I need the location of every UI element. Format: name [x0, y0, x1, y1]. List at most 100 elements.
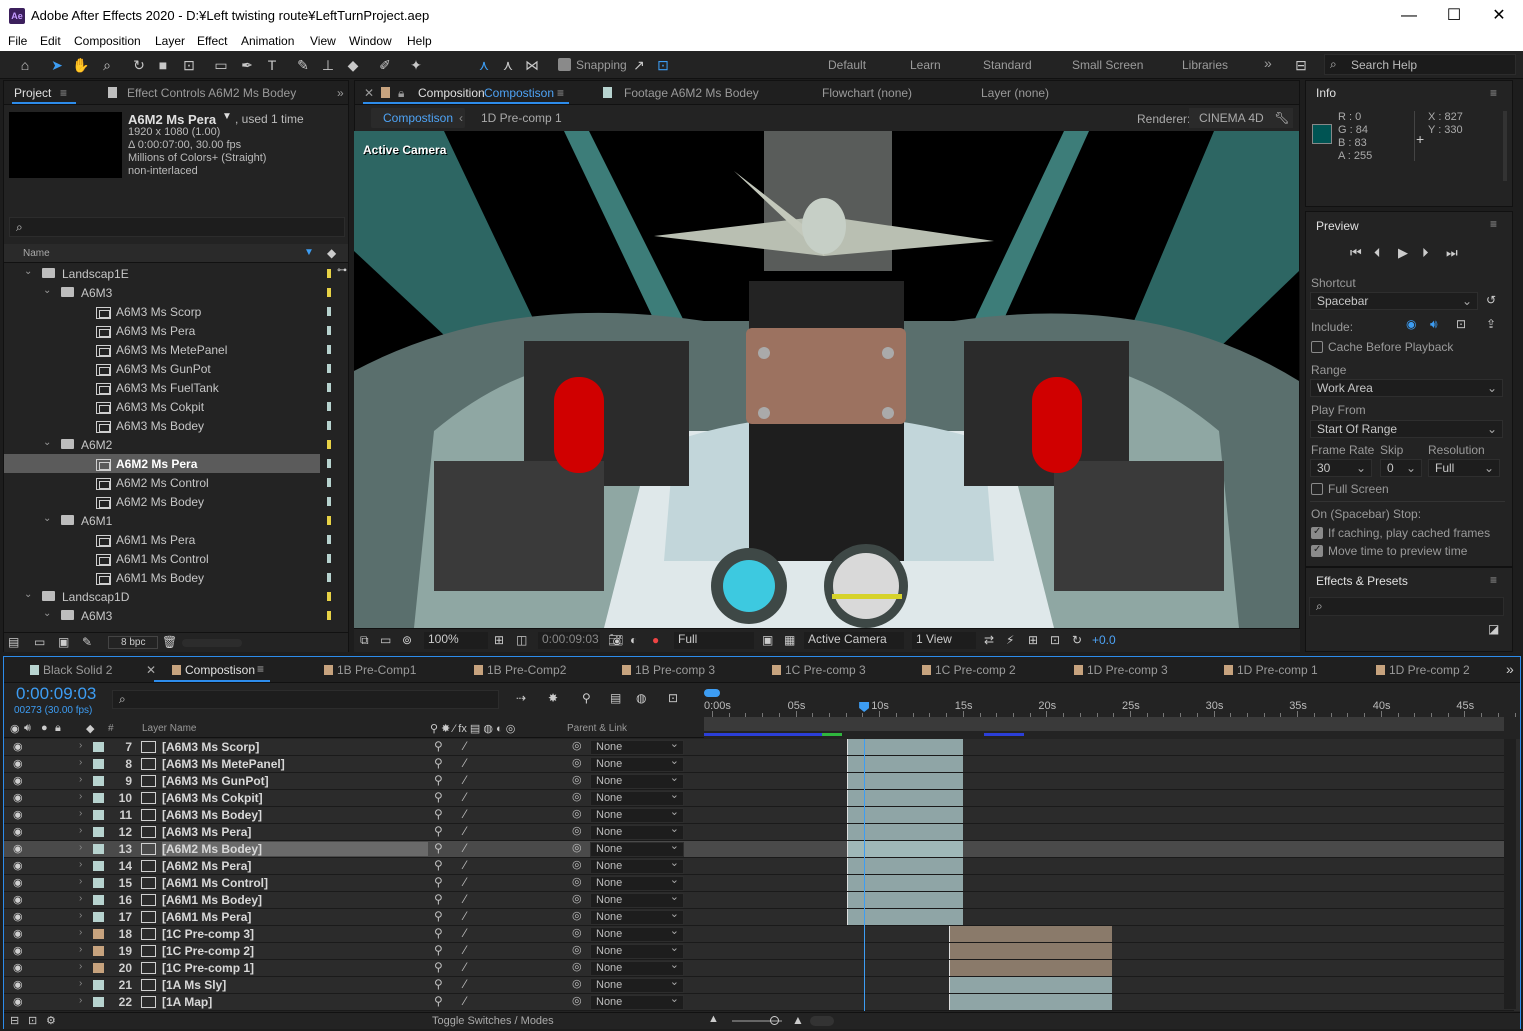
menu-animation[interactable]: Animation: [241, 34, 294, 48]
tab-preview[interactable]: Preview: [1316, 219, 1359, 233]
tab-flowchart[interactable]: Flowchart (none): [822, 86, 912, 100]
eraser-tool-icon[interactable]: ◆: [344, 56, 362, 74]
layer-row[interactable]: ◉ › 9 [A6M3 Ms GunPot] ⚲ ⁄ ◎ None: [4, 772, 1514, 790]
sort-down-icon[interactable]: ▼: [304, 247, 314, 258]
project-item[interactable]: A6M3 Ms Scorp: [4, 302, 348, 321]
layer-duration-bar[interactable]: [949, 926, 1112, 942]
layer-row[interactable]: ◉ › 15 [A6M1 Ms Control] ⚲ ⁄ ◎ None: [4, 874, 1514, 892]
range-dropdown[interactable]: Work Area ⌄: [1310, 379, 1503, 397]
transparency-grid-icon[interactable]: ▦: [784, 633, 795, 647]
snap-features-icon[interactable]: ⊡: [654, 56, 672, 74]
layer-label-swatch[interactable]: [93, 810, 104, 820]
title-safe-icon[interactable]: ⊞: [494, 633, 504, 647]
label-color-swatch[interactable]: [327, 554, 331, 563]
tab-timeline-9[interactable]: 1D Pre-comp 2: [1389, 663, 1470, 677]
layer-label-swatch[interactable]: [93, 759, 104, 769]
time-ruler[interactable]: 0:00s 05s 10s 15s 20s 25s 30s 35s 40s 45s: [704, 687, 1516, 737]
parent-dropdown[interactable]: None: [590, 874, 684, 891]
eye-icon[interactable]: ◉: [13, 791, 23, 804]
eye-icon[interactable]: ◉: [13, 740, 23, 753]
pick-whip-icon[interactable]: ◎: [572, 807, 582, 820]
layer-label-swatch[interactable]: [93, 861, 104, 871]
workspace-standard[interactable]: Standard: [983, 58, 1032, 72]
layer-duration-bar[interactable]: [949, 960, 1112, 976]
collapse-icon[interactable]: ⁄: [464, 960, 466, 974]
parent-dropdown[interactable]: None: [590, 739, 684, 755]
chevron-right-icon[interactable]: ›: [79, 893, 82, 904]
panel-close-icon[interactable]: ✕: [364, 86, 374, 100]
collapse-icon[interactable]: ⁄: [464, 909, 466, 923]
chevron-right-icon[interactable]: ›: [79, 859, 82, 870]
chevron-right-icon[interactable]: ›: [79, 995, 82, 1006]
new-preset-icon[interactable]: ◪: [1488, 622, 1499, 636]
snap-edges-icon[interactable]: ↗: [630, 56, 648, 74]
rectangle-tool-icon[interactable]: ▭: [212, 56, 230, 74]
shortcut-dropdown[interactable]: Spacebar ⌄: [1310, 292, 1478, 310]
layer-name[interactable]: [1C Pre-comp 2]: [162, 944, 254, 958]
tab-info[interactable]: Info: [1316, 86, 1336, 100]
skip-dropdown[interactable]: 0 ⌄: [1380, 459, 1422, 477]
pick-whip-icon[interactable]: ◎: [572, 756, 582, 769]
project-item[interactable]: A6M2 Ms Control: [4, 473, 348, 492]
toggle-switches-modes[interactable]: Toggle Switches / Modes: [432, 1015, 554, 1027]
tab-timeline-7[interactable]: 1D Pre-comp 3: [1087, 663, 1168, 677]
workspace-small-screen[interactable]: Small Screen: [1072, 58, 1143, 72]
layer-name[interactable]: [A6M1 Ms Control]: [162, 876, 268, 890]
label-color-swatch[interactable]: [327, 288, 331, 297]
eye-icon[interactable]: ◉: [13, 876, 23, 889]
parent-dropdown[interactable]: None: [590, 976, 684, 993]
mask-visibility-icon[interactable]: ◫: [516, 633, 527, 647]
layer-row[interactable]: ◉ › 21 [1A Ms Sly] ⚲ ⁄ ◎ None: [4, 976, 1514, 994]
chevron-right-icon[interactable]: ›: [79, 944, 82, 955]
workspace-default[interactable]: Default: [828, 58, 866, 72]
layer-name[interactable]: [A6M1 Ms Pera]: [162, 910, 251, 924]
layer-name[interactable]: [A6M2 Ms Pera]: [162, 859, 251, 873]
parent-dropdown[interactable]: None: [590, 891, 684, 908]
close-icon[interactable]: ✕: [1476, 0, 1522, 31]
eye-icon[interactable]: ◉: [13, 842, 23, 855]
resolution-dropdown[interactable]: Full: [674, 632, 754, 649]
eye-icon[interactable]: ◉: [13, 944, 23, 957]
layer-label-swatch[interactable]: [93, 878, 104, 888]
new-comp-icon[interactable]: ▣: [58, 635, 69, 649]
chevron-down-icon[interactable]: ⌄: [43, 608, 51, 619]
timeline-close-icon[interactable]: ✕: [146, 663, 156, 677]
menu-effect[interactable]: Effect: [197, 34, 227, 48]
collapse-icon[interactable]: ⁄: [464, 943, 466, 957]
motion-blur-icon[interactable]: ◍: [636, 691, 646, 705]
clone-stamp-tool-icon[interactable]: ⊥: [319, 56, 337, 74]
shy-icon[interactable]: ⚲: [434, 960, 443, 974]
eye-icon[interactable]: ◉: [13, 927, 23, 940]
chevron-right-icon[interactable]: ›: [79, 910, 82, 921]
tab-layer[interactable]: Layer (none): [981, 86, 1049, 100]
label-color-swatch[interactable]: [327, 440, 331, 449]
project-item[interactable]: A6M2 Ms Bodey: [4, 492, 348, 511]
project-folder[interactable]: ⌄ A6M3: [4, 283, 348, 302]
shy-icon[interactable]: ⚲: [434, 841, 443, 855]
parent-dropdown[interactable]: None: [590, 959, 684, 976]
layer-name[interactable]: [1A Map]: [162, 995, 212, 1009]
eye-icon[interactable]: ◉: [13, 961, 23, 974]
move-time-checkbox[interactable]: [1311, 544, 1323, 557]
collapse-icon[interactable]: ⁄: [464, 773, 466, 787]
collapse-icon[interactable]: ⁄: [464, 892, 466, 906]
selection-tool-icon[interactable]: ➤: [48, 56, 66, 74]
tab-timeline-0[interactable]: Black Solid 2: [43, 663, 112, 677]
view-layout-dropdown[interactable]: 1 View: [912, 632, 976, 649]
shy-icon[interactable]: ⚲: [434, 773, 443, 787]
previous-frame-icon[interactable]: ⏴: [1374, 245, 1381, 261]
timeline-search-input[interactable]: ⌕: [112, 690, 499, 709]
collapse-icon[interactable]: ⁄: [464, 790, 466, 804]
full-screen-checkbox[interactable]: [1311, 483, 1323, 495]
monitor-icon[interactable]: ▭: [380, 633, 391, 647]
chevron-down-icon[interactable]: ⌄: [43, 285, 51, 296]
timeline-timecode[interactable]: 0:00:09:03: [16, 684, 96, 704]
home-icon[interactable]: ⌂: [16, 56, 34, 74]
info-scrollbar[interactable]: [1503, 111, 1507, 181]
flowchart-icon[interactable]: ⊶: [337, 265, 347, 276]
project-folder[interactable]: ⌄ A6M2: [4, 435, 348, 454]
layer-duration-bar[interactable]: [949, 994, 1112, 1010]
expand-timing-icon[interactable]: ⚙: [46, 1014, 56, 1027]
layer-row[interactable]: ◉ › 14 [A6M2 Ms Pera] ⚲ ⁄ ◎ None: [4, 857, 1514, 875]
layer-row[interactable]: ◉ › 7 [A6M3 Ms Scorp] ⚲ ⁄ ◎ None: [4, 739, 1514, 756]
